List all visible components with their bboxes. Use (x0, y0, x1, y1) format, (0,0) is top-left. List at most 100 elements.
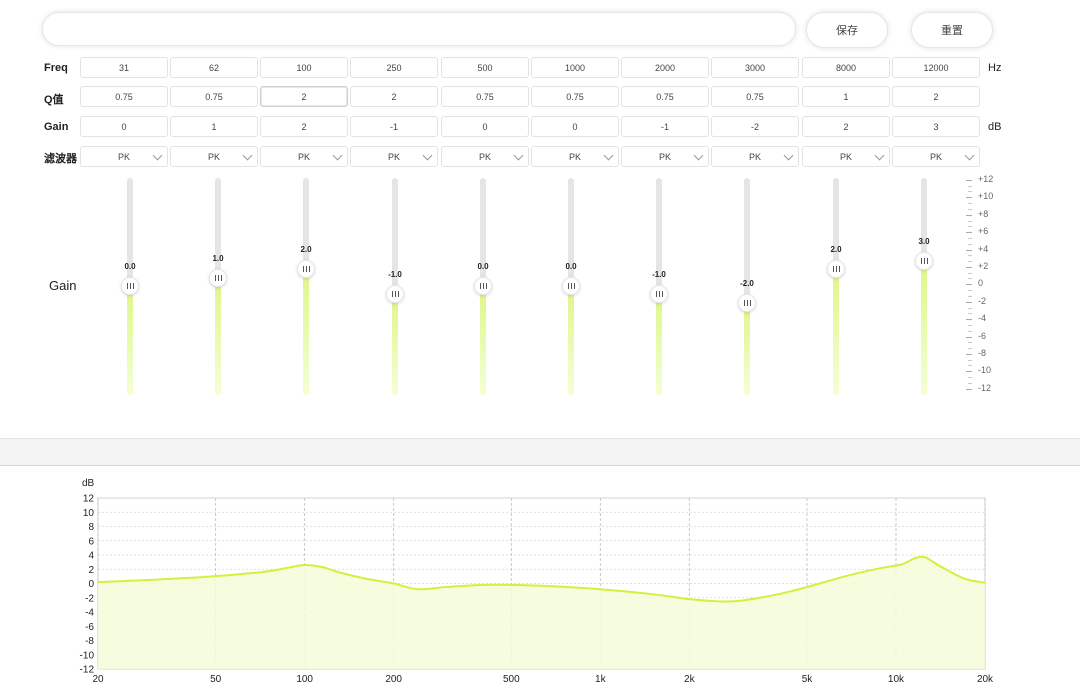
gain-input-band-4[interactable]: -1 (350, 116, 438, 137)
q-input-band-1[interactable]: 0.75 (80, 86, 168, 107)
q-input-band-2[interactable]: 0.75 (170, 86, 258, 107)
gain-input-value: 3 (933, 121, 939, 132)
scale-label: +2 (978, 261, 989, 271)
freq-input-band-8[interactable]: 3000 (711, 57, 799, 78)
scale-tick (966, 319, 972, 321)
gain-input-band-6[interactable]: 0 (531, 116, 619, 137)
gain-input-band-7[interactable]: -1 (621, 116, 709, 137)
scale-minor-tick (968, 295, 972, 297)
y-tick-label: 6 (88, 536, 94, 547)
x-tick-label: 100 (296, 674, 313, 685)
slider-thumb[interactable] (738, 293, 756, 312)
freq-input-value: 8000 (835, 62, 857, 73)
gain-input-band-10[interactable]: 3 (892, 116, 980, 137)
scale-minor-tick (968, 191, 972, 193)
filter-row-label: 滤波器 (44, 153, 77, 165)
filter-select-band-3[interactable]: PK (260, 146, 348, 167)
filter-select-value: PK (748, 151, 761, 162)
slider-thumb[interactable] (297, 260, 315, 279)
gain-input-band-1[interactable]: 0 (80, 116, 168, 137)
filter-select-band-9[interactable]: PK (802, 146, 890, 167)
freq-input-band-9[interactable]: 8000 (802, 57, 890, 78)
gain-input-band-8[interactable]: -2 (711, 116, 799, 137)
scale-minor-tick (968, 382, 972, 384)
scale-minor-tick (968, 272, 972, 274)
filter-select-band-6[interactable]: PK (531, 146, 619, 167)
gain-slider-band-1[interactable]: 0.0 (115, 178, 145, 396)
reset-button[interactable]: 重置 (911, 12, 993, 48)
gain-slider-band-3[interactable]: 2.0 (291, 178, 321, 396)
freq-input-band-4[interactable]: 250 (350, 57, 438, 78)
filter-select-band-5[interactable]: PK (441, 146, 529, 167)
freq-input-band-5[interactable]: 500 (441, 57, 529, 78)
q-input-band-7[interactable]: 0.75 (621, 86, 709, 107)
gain-input-band-5[interactable]: 0 (441, 116, 529, 137)
freq-input-band-10[interactable]: 12000 (892, 57, 980, 78)
scale-minor-tick (968, 243, 972, 245)
y-tick-label: -6 (85, 622, 94, 633)
q-input-band-4[interactable]: 2 (350, 86, 438, 107)
gain-slider-band-5[interactable]: 0.0 (468, 178, 498, 396)
slider-thumb[interactable] (562, 277, 580, 295)
gain-input-band-2[interactable]: 1 (170, 116, 258, 137)
scale-minor-tick (968, 237, 972, 239)
gain-slider-band-4[interactable]: -1.0 (380, 178, 410, 396)
freq-input-band-6[interactable]: 1000 (531, 57, 619, 78)
slider-fill (392, 294, 398, 395)
filter-select-band-10[interactable]: PK (892, 146, 980, 167)
gain-slider-band-8[interactable]: -2.0 (732, 178, 762, 396)
grip-icon (655, 291, 663, 298)
scale-minor-tick (968, 203, 972, 205)
filter-select-band-7[interactable]: PK (621, 146, 709, 167)
gain-slider-band-9[interactable]: 2.0 (821, 178, 851, 396)
freq-input-band-2[interactable]: 62 (170, 57, 258, 78)
q-input-band-9[interactable]: 1 (802, 86, 890, 107)
filter-select-value: PK (929, 151, 942, 162)
freq-input-value: 3000 (744, 62, 766, 73)
preset-name-input[interactable] (42, 12, 796, 46)
gain-input-band-3[interactable]: 2 (260, 116, 348, 137)
q-input-band-6[interactable]: 0.75 (531, 86, 619, 107)
gain-slider-band-6[interactable]: 0.0 (556, 178, 586, 396)
q-input-value: 0.75 (746, 91, 764, 102)
filter-select-band-4[interactable]: PK (350, 146, 438, 167)
filter-select-value: PK (478, 151, 491, 162)
q-input-value: 0.75 (566, 91, 584, 102)
filter-select-band-2[interactable]: PK (170, 146, 258, 167)
filter-select-value: PK (297, 151, 310, 162)
scale-label: +6 (978, 226, 989, 237)
filter-select-band-1[interactable]: PK (80, 146, 168, 167)
slider-value-label: 1.0 (212, 253, 224, 263)
gain-slider-band-7[interactable]: -1.0 (644, 178, 674, 396)
slider-fill (744, 302, 750, 395)
gain-input-band-9[interactable]: 2 (802, 116, 890, 137)
gain-slider-band-2[interactable]: 1.0 (203, 178, 233, 396)
gain-slider-band-10[interactable]: 3.0 (909, 178, 939, 396)
slider-thumb[interactable] (386, 285, 404, 304)
freq-row-label: Freq (44, 62, 68, 74)
filter-select-band-8[interactable]: PK (711, 146, 799, 167)
slider-thumb[interactable] (827, 260, 845, 279)
gain-input-value: -1 (660, 121, 669, 132)
scale-label: +10 (978, 191, 994, 202)
freq-input-band-7[interactable]: 2000 (621, 57, 709, 78)
gain-input-value: 2 (301, 121, 307, 132)
chevron-down-icon (242, 150, 253, 161)
slider-thumb[interactable] (209, 268, 227, 287)
q-input-band-3[interactable]: 2 (260, 86, 348, 107)
slider-thumb[interactable] (915, 252, 933, 271)
q-input-band-8[interactable]: 0.75 (711, 86, 799, 107)
x-tick-label: 10k (888, 674, 905, 685)
slider-fill (215, 277, 221, 395)
q-input-band-5[interactable]: 0.75 (441, 86, 529, 107)
slider-thumb[interactable] (650, 285, 668, 304)
scale-label: +12 (978, 174, 994, 184)
freq-input-value: 500 (477, 62, 493, 73)
slider-thumb[interactable] (474, 277, 492, 295)
scale-tick (966, 249, 972, 251)
freq-input-band-3[interactable]: 100 (260, 57, 348, 78)
freq-input-band-1[interactable]: 31 (80, 57, 168, 78)
q-input-band-10[interactable]: 2 (892, 86, 980, 107)
save-button[interactable]: 保存 (806, 12, 888, 48)
slider-thumb[interactable] (121, 277, 139, 295)
